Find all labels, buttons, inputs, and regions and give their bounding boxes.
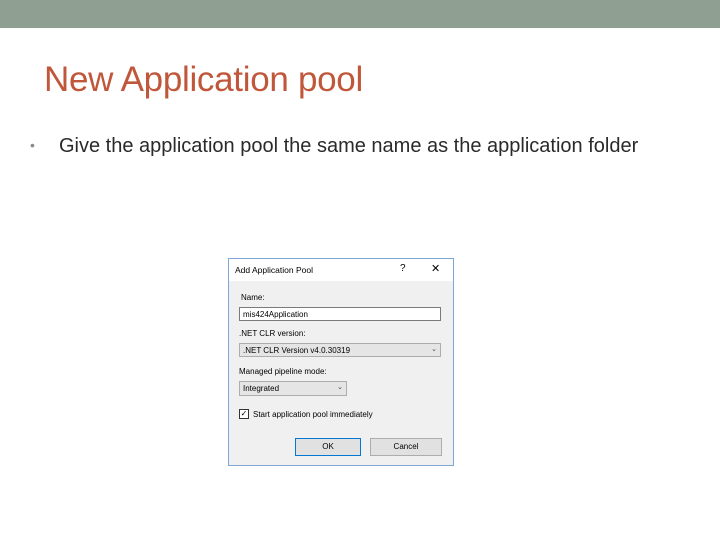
pipeline-mode-label: Managed pipeline mode: xyxy=(239,367,327,376)
close-icon[interactable]: ✕ xyxy=(431,262,440,275)
pipeline-mode-select[interactable]: Integrated ⌄ xyxy=(239,381,347,396)
dialog-title: Add Application Pool xyxy=(235,265,313,275)
chevron-down-icon: ⌄ xyxy=(337,384,343,391)
add-application-pool-dialog: Add Application Pool ? ✕ Name: mis424App… xyxy=(228,258,454,466)
clr-version-label: .NET CLR version: xyxy=(239,329,306,338)
ok-button[interactable]: OK xyxy=(295,438,361,456)
bullet-marker: • xyxy=(30,137,35,153)
start-immediately-label: Start application pool immediately xyxy=(253,410,373,419)
bullet-text: Give the application pool the same name … xyxy=(59,135,639,157)
name-input[interactable]: mis424Application xyxy=(239,307,441,321)
help-icon[interactable]: ? xyxy=(400,263,406,274)
slide-top-bar xyxy=(0,0,720,28)
name-label: Name: xyxy=(241,293,265,302)
start-immediately-checkbox[interactable]: ✓ xyxy=(239,409,249,419)
chevron-down-icon: ⌄ xyxy=(431,346,437,353)
clr-version-value: .NET CLR Version v4.0.30319 xyxy=(243,346,351,355)
pipeline-mode-value: Integrated xyxy=(243,384,280,393)
cancel-button[interactable]: Cancel xyxy=(370,438,442,456)
slide-title: New Application pool xyxy=(44,60,363,99)
clr-version-select[interactable]: .NET CLR Version v4.0.30319 ⌄ xyxy=(239,343,441,357)
dialog-titlebar: Add Application Pool ? ✕ xyxy=(229,259,453,281)
